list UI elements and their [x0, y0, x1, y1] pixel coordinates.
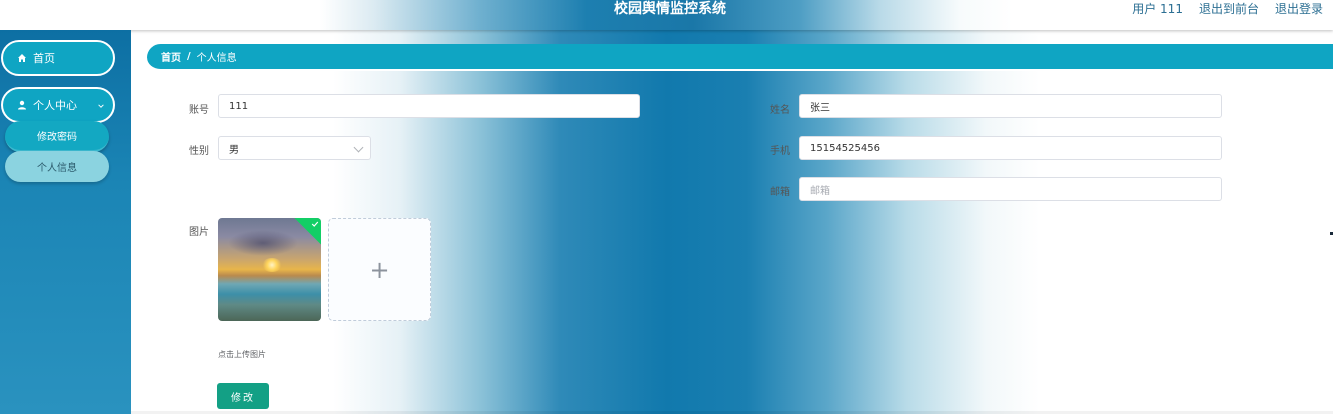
top-bar: 校园舆情监控系统 用户 111 退出到前台 退出登录 [0, 0, 1333, 30]
logout-link[interactable]: 退出登录 [1275, 1, 1323, 17]
gender-label: 性别 [189, 146, 209, 157]
phone-field[interactable]: 15154525456 [799, 136, 1222, 160]
image-label: 图片 [189, 227, 209, 238]
sidebar-subitem-change-password[interactable]: 修改密码 [5, 121, 109, 152]
top-links: 用户 111 退出到前台 退出登录 [1132, 1, 1323, 17]
chevron-down-icon [98, 104, 104, 108]
sidebar-item-home[interactable]: 首页 [1, 40, 115, 76]
submit-button[interactable]: 修改 [217, 383, 269, 409]
account-label: 账号 [189, 105, 209, 116]
gender-select-value: 男 [229, 144, 239, 156]
name-field[interactable]: 张三 [799, 94, 1222, 118]
breadcrumb-home[interactable]: 首页 [161, 49, 181, 64]
upload-hint: 点击上传图片 [218, 350, 266, 359]
phone-label: 手机 [770, 146, 790, 157]
gender-select[interactable]: 男 [218, 136, 371, 160]
check-icon [311, 221, 319, 227]
sidebar-subitem-personal-info[interactable]: 个人信息 [5, 151, 109, 182]
breadcrumb-current: 个人信息 [196, 53, 237, 64]
sidebar-item-label: 首页 [33, 52, 55, 65]
breadcrumb: 首页 / 个人信息 [147, 44, 1333, 71]
upload-image-button[interactable]: + [328, 218, 431, 321]
account-field[interactable]: 111 [218, 94, 640, 118]
chevron-down-icon [353, 142, 364, 153]
image-cloud [228, 230, 298, 256]
app-title: 校园舆情监控系统 [614, 1, 726, 17]
back-to-front-link[interactable]: 退出到前台 [1199, 1, 1259, 17]
user-label[interactable]: 用户 111 [1132, 1, 1183, 17]
email-field[interactable]: 邮箱 [799, 177, 1222, 201]
home-icon [18, 54, 26, 62]
uploaded-image-thumbnail[interactable] [218, 218, 321, 321]
user-icon [18, 100, 26, 110]
sidebar-item-label: 个人中心 [33, 99, 77, 112]
sidebar: 首页 个人中心 修改密码 个人信息 [0, 30, 131, 414]
breadcrumb-separator: / [187, 51, 191, 62]
sidebar-item-personal-center[interactable]: 个人中心 [1, 87, 115, 123]
email-label: 邮箱 [770, 187, 790, 198]
image-sun [262, 258, 282, 272]
name-label: 姓名 [770, 105, 790, 116]
plus-icon: + [369, 255, 390, 284]
